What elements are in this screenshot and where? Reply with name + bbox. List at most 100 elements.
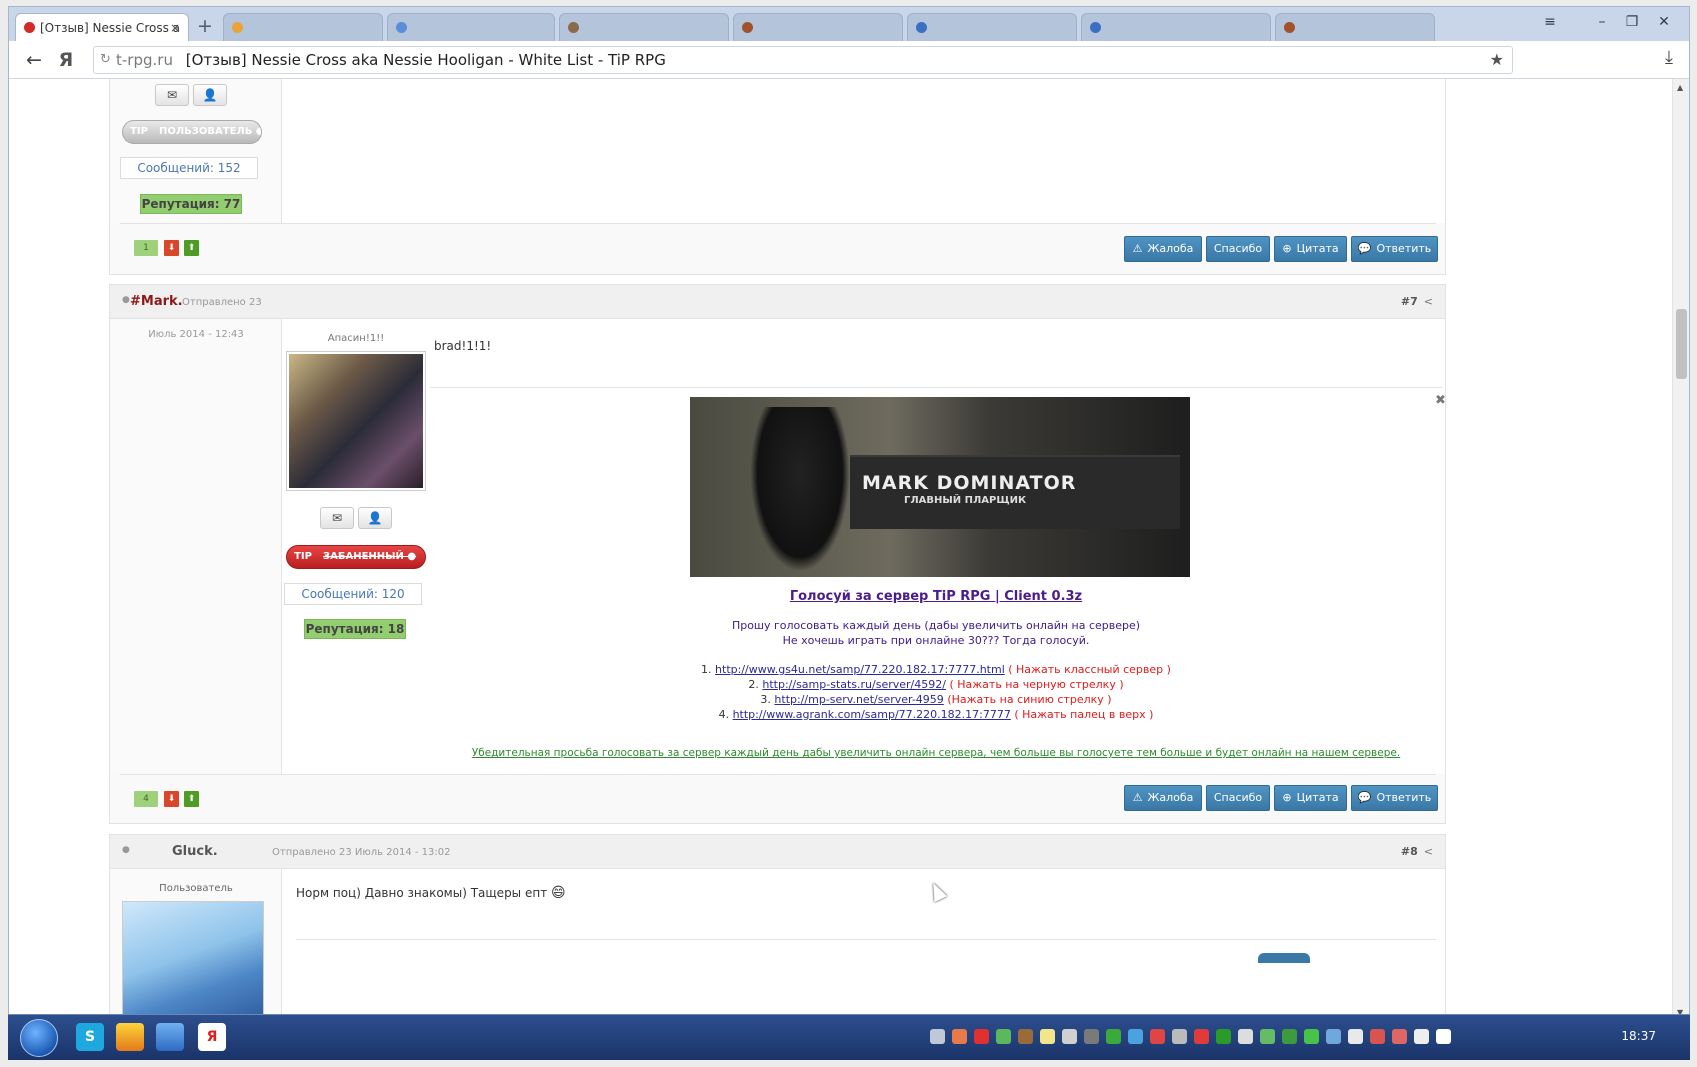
- menu-icon[interactable]: ≡: [1537, 13, 1563, 31]
- yandex-logo-icon[interactable]: Я: [53, 47, 79, 73]
- taskbar-clock[interactable]: 18:37: [1621, 1029, 1656, 1043]
- tray-icon[interactable]: [974, 1029, 989, 1044]
- tray-icon[interactable]: [1414, 1029, 1429, 1044]
- profile-button[interactable]: 👤: [193, 84, 227, 106]
- vote-link[interactable]: http://mp-serv.net/server-4959: [774, 693, 943, 706]
- tray-icon[interactable]: [1392, 1029, 1407, 1044]
- window-close-icon[interactable]: ✕: [1651, 13, 1677, 31]
- downloads-icon[interactable]: ⤓: [1665, 47, 1673, 68]
- tray-icon[interactable]: [952, 1029, 967, 1044]
- network-taskbar-icon[interactable]: [156, 1023, 184, 1051]
- share-icon[interactable]: <: [1424, 845, 1433, 858]
- post-number[interactable]: #8 <: [1401, 845, 1433, 858]
- restore-icon[interactable]: ❐: [1619, 13, 1645, 31]
- avatar[interactable]: [122, 901, 264, 1021]
- envelope-icon: ✉: [331, 511, 343, 525]
- vote-link[interactable]: http://www.gs4u.net/samp/77.220.182.17:7…: [715, 663, 1005, 676]
- vote-up-button[interactable]: ⬆: [184, 791, 199, 807]
- vote-down-button[interactable]: ⬇: [164, 791, 179, 807]
- tray-icon[interactable]: [1260, 1029, 1275, 1044]
- tray-icon[interactable]: [1238, 1029, 1253, 1044]
- thanks-button[interactable]: Спасибо: [1206, 785, 1270, 811]
- tab-background[interactable]: [733, 13, 903, 41]
- pm-button[interactable]: ✉: [320, 507, 354, 529]
- pm-button[interactable]: ✉: [155, 84, 189, 106]
- start-button[interactable]: [20, 1019, 58, 1057]
- tray-icon[interactable]: [1370, 1029, 1385, 1044]
- chat-bubble-icon: 💬: [1357, 791, 1372, 804]
- tray-icon[interactable]: [1128, 1029, 1143, 1044]
- close-tab-icon[interactable]: ×: [170, 14, 180, 41]
- address-bar[interactable]: ↻ t-rpg.ru [Отзыв] Nessie Cross aka Ness…: [93, 46, 1513, 74]
- vote-link[interactable]: http://www.agrank.com/samp/77.220.182.17…: [733, 708, 1011, 721]
- partial-button[interactable]: [1258, 953, 1310, 963]
- vote-title-link[interactable]: Голосуй за сервер TiP RPG | Client 0.3z: [430, 589, 1442, 604]
- tab-background[interactable]: [907, 13, 1077, 41]
- vertical-scrollbar[interactable]: ▲ ▼: [1672, 79, 1689, 1021]
- rank-label: ЗАБАНЕННЫЙ ●: [323, 551, 417, 562]
- tray-icon[interactable]: [1348, 1029, 1363, 1044]
- online-status-icon: ●: [122, 845, 130, 855]
- avatar-image: [289, 354, 423, 488]
- tab-favicon-icon: [568, 22, 579, 33]
- tray-icon[interactable]: [930, 1029, 945, 1044]
- vote-down-button[interactable]: ⬇: [164, 240, 179, 256]
- signature-footer[interactable]: Убедительная просьба голосовать за серве…: [430, 747, 1442, 759]
- tray-icon[interactable]: [1194, 1029, 1209, 1044]
- scroll-up-arrow-icon[interactable]: ▲: [1677, 83, 1683, 92]
- url-host: t-rpg.ru: [116, 51, 173, 69]
- post-number[interactable]: #7 <: [1401, 295, 1433, 308]
- vote-link-item: 3. http://mp-serv.net/server-4959 (Нажат…: [760, 693, 1112, 706]
- message-count[interactable]: Сообщений: 120: [284, 583, 422, 605]
- reply-button[interactable]: 💬 Ответить: [1351, 236, 1438, 262]
- author-name[interactable]: #Mark.: [130, 294, 183, 309]
- new-tab-button[interactable]: +: [193, 16, 217, 38]
- tray-icon[interactable]: [1150, 1029, 1165, 1044]
- quote-button[interactable]: ⊕ Цитата: [1274, 785, 1347, 811]
- tab-background[interactable]: [223, 13, 383, 41]
- tray-icon[interactable]: [1084, 1029, 1099, 1044]
- vote-up-button[interactable]: ⬆: [184, 240, 199, 256]
- tray-icon[interactable]: [1216, 1029, 1231, 1044]
- user-title: Пользователь: [159, 883, 233, 894]
- reply-button[interactable]: 💬 Ответить: [1351, 785, 1438, 811]
- share-icon[interactable]: <: [1424, 295, 1433, 308]
- tab-background[interactable]: [1081, 13, 1271, 41]
- author-name[interactable]: Gluck.: [172, 844, 218, 859]
- vote-count: 1: [134, 240, 158, 256]
- tab-background[interactable]: [387, 13, 555, 41]
- tray-icon[interactable]: [1282, 1029, 1297, 1044]
- message-count[interactable]: Сообщений: 152: [120, 157, 258, 179]
- profile-button[interactable]: 👤: [358, 507, 392, 529]
- tab-background[interactable]: [559, 13, 729, 41]
- volume-icon[interactable]: [1436, 1029, 1451, 1044]
- avatar[interactable]: [286, 351, 426, 491]
- report-button[interactable]: ⚠ Жалоба: [1124, 785, 1202, 811]
- minimize-icon[interactable]: –: [1589, 13, 1615, 31]
- reload-icon[interactable]: ↻: [100, 47, 111, 73]
- tray-icon[interactable]: [996, 1029, 1011, 1044]
- tray-icon[interactable]: [1018, 1029, 1033, 1044]
- report-button[interactable]: ⚠ Жалоба: [1124, 236, 1202, 262]
- tray-icon[interactable]: [1106, 1029, 1121, 1044]
- tray-icon[interactable]: [1062, 1029, 1077, 1044]
- scrollbar-thumb[interactable]: [1676, 309, 1687, 379]
- browser-taskbar-icon[interactable]: [116, 1023, 144, 1051]
- arrow-down-icon: ⬇: [167, 794, 176, 804]
- tray-icon[interactable]: [1304, 1029, 1319, 1044]
- quote-button[interactable]: ⊕ Цитата: [1274, 236, 1347, 262]
- back-button[interactable]: ←: [21, 47, 47, 73]
- vote-link[interactable]: http://samp-stats.ru/server/4592/: [762, 678, 946, 691]
- thanks-button[interactable]: Спасибо: [1206, 236, 1270, 262]
- tab-background[interactable]: [1275, 13, 1435, 41]
- tray-icon[interactable]: [1040, 1029, 1055, 1044]
- skype-taskbar-icon[interactable]: S: [76, 1023, 104, 1051]
- rank-tip: TIP: [294, 551, 312, 562]
- tab-active[interactable]: [Отзыв] Nessie Cross a ×: [15, 13, 189, 41]
- tray-icon[interactable]: [1172, 1029, 1187, 1044]
- tray-icon[interactable]: [1326, 1029, 1341, 1044]
- warning-icon: ⚠: [1132, 242, 1143, 255]
- post-header: ● Gluck. Отправлено 23 Июль 2014 - 13:02…: [110, 835, 1445, 869]
- yandex-taskbar-icon[interactable]: Я: [198, 1023, 226, 1051]
- bookmark-star-icon[interactable]: ★: [1490, 47, 1504, 73]
